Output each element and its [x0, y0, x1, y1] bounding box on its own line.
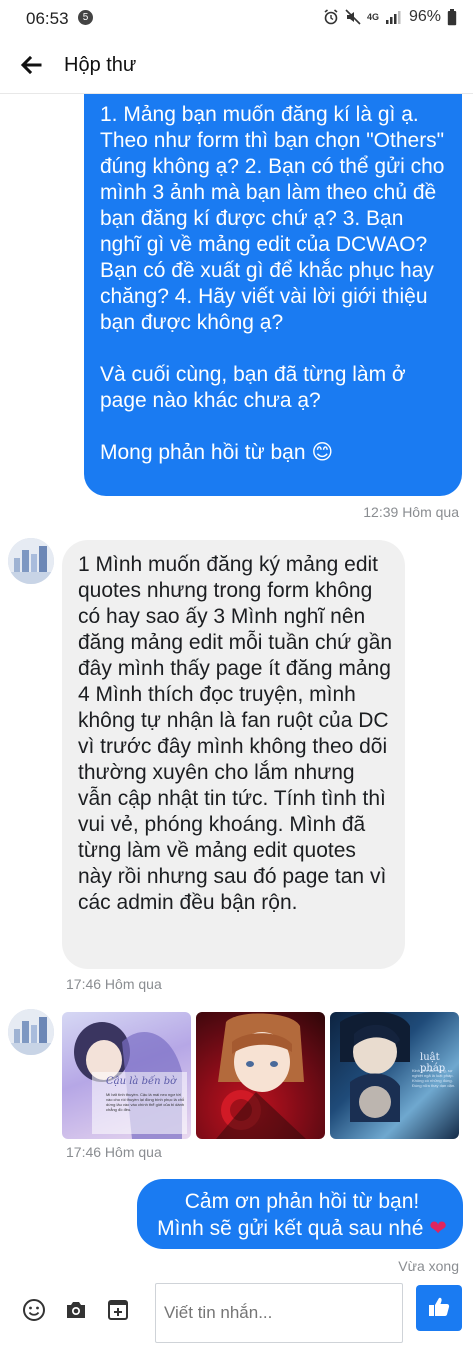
alarm-icon	[324, 9, 338, 25]
message-input[interactable]	[155, 1283, 403, 1343]
message-thread[interactable]: 1. Mảng bạn muốn đăng kí là gì ạ. Theo n…	[0, 94, 473, 1278]
message-composer	[0, 1278, 473, 1358]
avatar[interactable]	[8, 538, 54, 584]
signal-icon	[385, 11, 401, 24]
page-title: Hộp thư	[64, 54, 137, 76]
like-button[interactable]	[416, 1285, 462, 1331]
arrow-left-icon	[20, 55, 42, 75]
emoji-button[interactable]	[22, 1298, 46, 1322]
outgoing-message[interactable]: 1. Mảng bạn muốn đăng kí là gì ạ. Theo n…	[84, 94, 462, 496]
camera-button[interactable]	[64, 1298, 88, 1322]
camera-icon	[67, 1302, 85, 1318]
message-text-line: Cảm ơn phản hồi từ bạn!	[184, 1190, 420, 1213]
message-text: 1 Mình muốn đăng ký mảng edit quotes như…	[78, 553, 393, 914]
anime-girl-rose-image	[216, 1013, 306, 1139]
message-timestamp: 12:39 Hôm qua	[363, 504, 459, 520]
photo-attachment[interactable]: luật pháp Kinh tâm đạo dụng, sự nghiệt n…	[330, 1012, 459, 1139]
photo-caption-text: Mi bất tình thuyền. Cậu là mái neo ngơ t…	[106, 1092, 185, 1112]
battery-icon	[447, 8, 457, 25]
photo-attachment[interactable]	[196, 1012, 325, 1139]
conversation-header: Hộp thư	[0, 36, 473, 94]
status-time: 06:53	[26, 9, 69, 28]
outgoing-message[interactable]: Cảm ơn phản hồi từ bạn! Mình sẽ gửi kết …	[137, 1179, 463, 1249]
status-bar: 06:53 5 4G 96%	[0, 0, 473, 36]
message-timestamp: 17:46 Hôm qua	[66, 976, 162, 992]
like-icon	[429, 1297, 450, 1316]
photo-attachment[interactable]: Cậu là bến bờ Mi bất tình thuyền. Cậu là…	[62, 1012, 191, 1139]
avatar-image	[8, 538, 54, 584]
incoming-message[interactable]: 1 Mình muốn đăng ký mảng edit quotes như…	[62, 540, 405, 969]
message-text: Mình sẽ gửi kết quả sau nhé	[157, 1217, 424, 1240]
back-button[interactable]	[18, 52, 44, 78]
heart-emoji-icon: ❤	[429, 1217, 447, 1240]
network-type-label: 4G	[366, 11, 379, 22]
add-attachment-button[interactable]	[106, 1298, 130, 1322]
add-icon	[108, 1300, 128, 1320]
avatar-image	[8, 1009, 54, 1055]
avatar[interactable]	[8, 1009, 54, 1055]
status-icons: 4G 96%	[323, 8, 457, 26]
message-timestamp: Vừa xong	[398, 1258, 459, 1274]
emoji-icon	[23, 1299, 45, 1321]
photo-caption-title: Cậu là bến bờ	[106, 1076, 177, 1087]
message-text-line-2: Mình sẽ gửi kết quả sau nhé ❤	[151, 1215, 453, 1242]
image-attachments: Cậu là bến bờ Mi bất tình thuyền. Cậu là…	[62, 1012, 459, 1139]
message-text: 1. Mảng bạn muốn đăng kí là gì ạ. Theo n…	[100, 103, 445, 464]
photo-caption-text: Kinh tâm đạo dụng, sự nghiệt ngã là luật…	[412, 1068, 456, 1088]
message-timestamp: 17:46 Hôm qua	[66, 1144, 162, 1160]
battery-percent: 96%	[408, 8, 441, 25]
notification-badge: 5	[78, 10, 93, 25]
mute-icon	[345, 9, 361, 25]
